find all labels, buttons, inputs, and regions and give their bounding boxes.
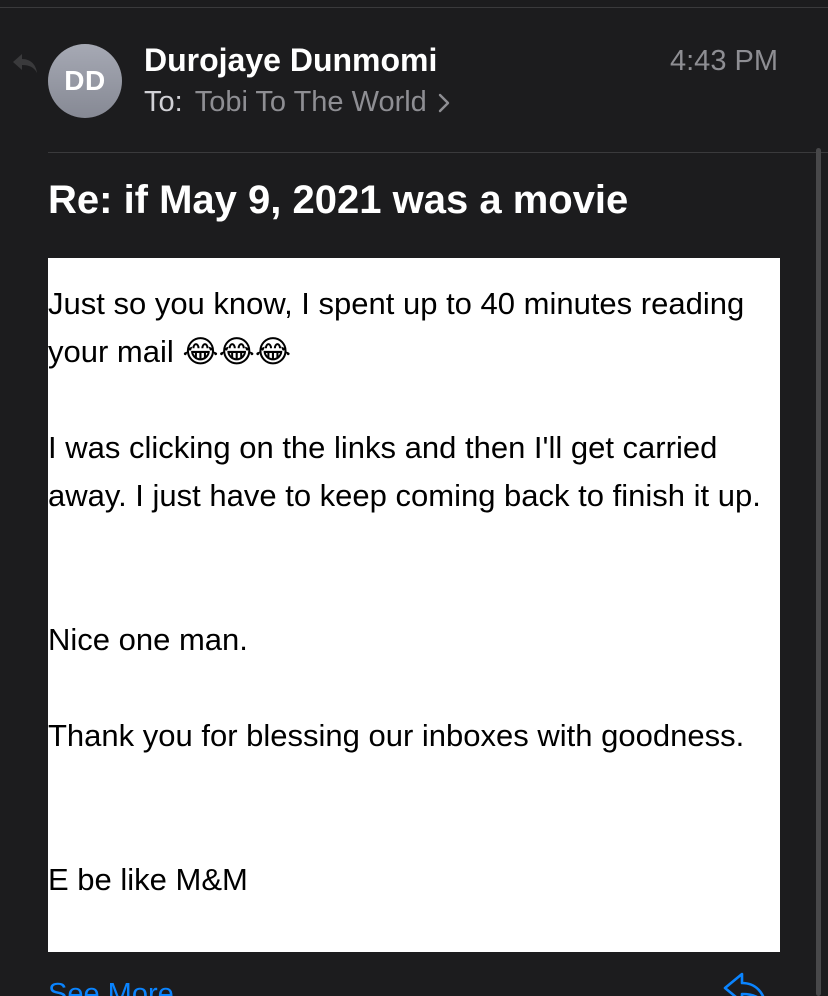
reply-arrow-icon[interactable] bbox=[720, 968, 770, 996]
recipient-row[interactable]: To: Tobi To The World bbox=[144, 86, 451, 119]
body-paragraph: I was clicking on the links and then I'l… bbox=[48, 430, 761, 513]
chevron-right-icon[interactable] bbox=[437, 92, 451, 114]
see-more-link[interactable]: See More bbox=[48, 978, 174, 996]
reply-arrow-icon bbox=[13, 54, 37, 73]
to-label: To: bbox=[144, 86, 183, 118]
sender-name[interactable]: Durojaye Dunmomi bbox=[144, 42, 437, 79]
email-subject: Re: if May 9, 2021 was a movie bbox=[48, 178, 629, 222]
body-paragraph: Just so you know, I spent up to 40 minut… bbox=[48, 286, 745, 369]
scrollbar[interactable] bbox=[816, 148, 821, 996]
body-paragraph: Nice one man. bbox=[48, 622, 248, 657]
avatar-initials: DD bbox=[64, 65, 106, 96]
top-divider bbox=[0, 0, 828, 8]
body-paragraph: E be like M&M bbox=[48, 862, 248, 897]
body-paragraph: Thank you for blessing our inboxes with … bbox=[48, 718, 745, 753]
recipient-name[interactable]: Tobi To The World bbox=[195, 86, 427, 119]
email-screen: DD Durojaye Dunmomi 4:43 PM To: Tobi To … bbox=[0, 0, 828, 996]
header-divider bbox=[48, 152, 828, 153]
email-body: Just so you know, I spent up to 40 minut… bbox=[48, 258, 780, 952]
avatar[interactable]: DD bbox=[48, 44, 122, 118]
message-time: 4:43 PM bbox=[670, 45, 778, 77]
